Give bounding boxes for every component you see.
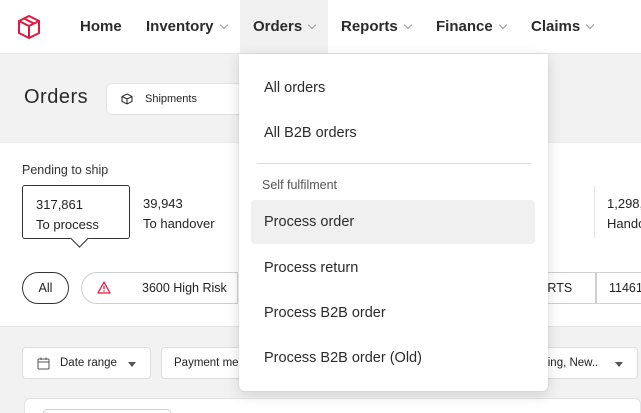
card-control[interactable] bbox=[43, 409, 171, 413]
page-title: Orders bbox=[24, 86, 89, 108]
package-icon bbox=[121, 93, 133, 105]
date-range-label: Date range bbox=[60, 357, 117, 369]
nav-home[interactable]: Home bbox=[67, 0, 135, 53]
nav-finance-label: Finance bbox=[436, 18, 493, 35]
menu-item-process-return[interactable]: Process return bbox=[251, 246, 535, 290]
chip-label: 11461 bbox=[609, 281, 641, 295]
shipments-button[interactable]: Shipments bbox=[106, 83, 256, 115]
pending-label: Pending to ship bbox=[22, 163, 109, 177]
nav-home-label: Home bbox=[80, 18, 122, 35]
caret-down-icon bbox=[128, 362, 136, 367]
status-label: sing, New.. bbox=[542, 357, 599, 369]
orders-dropdown-menu: All orders All B2B orders Self fulfilmen… bbox=[239, 54, 548, 391]
chevron-down-icon bbox=[498, 20, 507, 30]
shipments-label: Shipments bbox=[145, 93, 197, 105]
menu-item-label: Process return bbox=[264, 260, 359, 276]
nav-claims-label: Claims bbox=[531, 18, 581, 35]
chip-label: All bbox=[38, 281, 53, 295]
menu-item-process-order[interactable]: Process order bbox=[251, 200, 535, 244]
stat-label: Hando bbox=[607, 216, 641, 231]
menu-item-all-orders[interactable]: All orders bbox=[251, 66, 535, 110]
menu-item-label: Process B2B order bbox=[264, 305, 386, 321]
stat-to-process[interactable]: 317,861 To process bbox=[22, 185, 130, 239]
nav-inventory[interactable]: Inventory bbox=[133, 0, 240, 53]
stat-value: 39,943 bbox=[143, 196, 183, 211]
chevron-down-icon bbox=[307, 20, 317, 30]
chip-label: 3600 High Risk bbox=[142, 281, 227, 295]
menu-item-label: All orders bbox=[264, 80, 326, 96]
stat-value: 317,861 bbox=[36, 197, 83, 212]
nav-reports-label: Reports bbox=[341, 18, 398, 35]
menu-item-label: All B2B orders bbox=[264, 125, 357, 141]
chevron-down-icon bbox=[585, 20, 595, 30]
calendar-icon bbox=[37, 357, 50, 370]
filter-chip-high-risk-icon[interactable] bbox=[81, 272, 127, 304]
chevron-down-icon bbox=[403, 20, 412, 30]
filter-chip-all[interactable]: All bbox=[22, 272, 69, 304]
nav-claims[interactable]: Claims bbox=[518, 0, 606, 53]
menu-item-process-b2b-order[interactable]: Process B2B order bbox=[251, 291, 535, 335]
chevron-down-icon bbox=[219, 20, 228, 30]
stat-handover-partial[interactable]: 1,298, Hando bbox=[594, 185, 641, 239]
stat-label: To handover bbox=[143, 216, 215, 231]
nav-reports[interactable]: Reports bbox=[328, 0, 424, 53]
caret-down-icon bbox=[615, 362, 623, 367]
stat-value: 1,298, bbox=[607, 196, 641, 211]
logo-icon[interactable] bbox=[16, 14, 42, 40]
nav-orders[interactable]: Orders bbox=[240, 0, 329, 53]
warning-icon bbox=[97, 281, 111, 294]
payment-method-select[interactable]: Payment me bbox=[161, 347, 251, 379]
stat-to-handover[interactable]: 39,943 To handover bbox=[130, 185, 240, 239]
menu-item-label: Process order bbox=[264, 214, 355, 230]
stat-label: To process bbox=[36, 217, 99, 232]
nav-finance[interactable]: Finance bbox=[423, 0, 519, 53]
orders-card bbox=[24, 398, 641, 413]
nav-inventory-label: Inventory bbox=[146, 18, 214, 35]
payment-label: Payment me bbox=[174, 357, 239, 369]
filter-chip-count[interactable]: 11461 bbox=[596, 272, 641, 304]
menu-item-label: Process B2B order (Old) bbox=[264, 350, 422, 366]
menu-divider bbox=[257, 163, 531, 164]
nav-orders-label: Orders bbox=[253, 18, 303, 35]
date-range-select[interactable]: Date range bbox=[22, 347, 151, 379]
filter-chip-high-risk[interactable]: 3600 High Risk bbox=[126, 272, 238, 304]
menu-group-label: Self fulfilment bbox=[262, 178, 338, 192]
menu-item-process-b2b-order-old[interactable]: Process B2B order (Old) bbox=[251, 336, 535, 380]
top-nav: Home Inventory Orders Reports Finance Cl… bbox=[0, 0, 641, 54]
menu-item-all-b2b-orders[interactable]: All B2B orders bbox=[251, 111, 535, 155]
